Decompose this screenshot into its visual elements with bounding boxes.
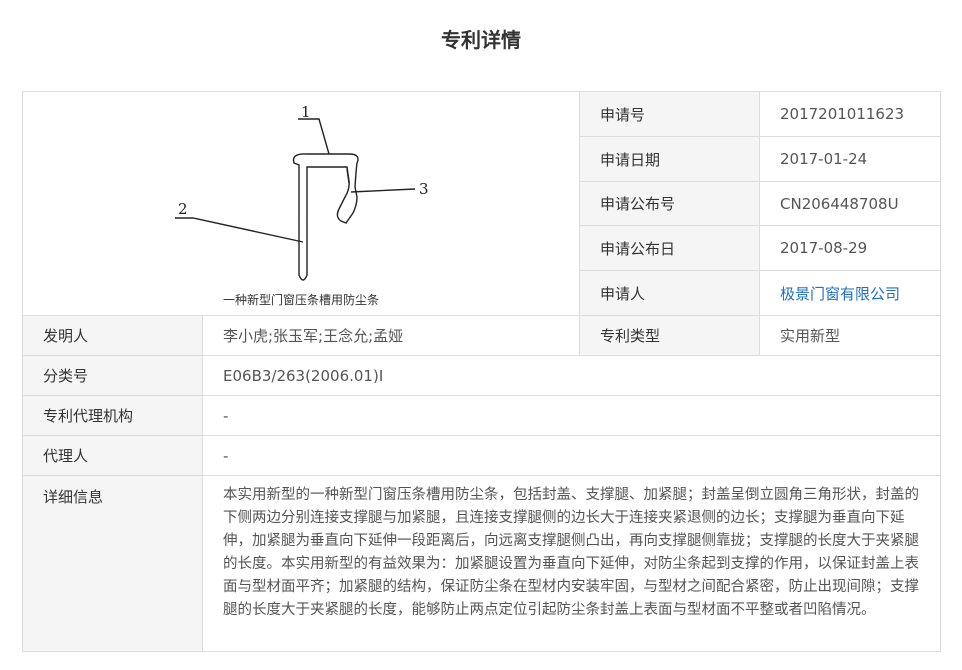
details-text: 本实用新型的一种新型门窗压条槽用防尘条，包括封盖、支撑腿、加紧腿；封盖呈倒立圆角… xyxy=(202,475,941,652)
inventor-label: 发明人 xyxy=(22,315,203,356)
details-label: 详细信息 xyxy=(22,475,203,652)
pub-no-label: 申请公布号 xyxy=(579,181,760,226)
patent-type-label: 专利类型 xyxy=(579,315,760,356)
agency-value: - xyxy=(202,395,941,436)
agent-label: 代理人 xyxy=(22,435,203,476)
agency-label: 专利代理机构 xyxy=(22,395,203,436)
app-no-value: 2017201011623 xyxy=(759,91,941,137)
applicant-link[interactable]: 极景门窗有限公司 xyxy=(759,270,941,316)
row-agency: 专利代理机构 - xyxy=(22,395,941,436)
row-inventor: 发明人 李小虎;张玉军;王念允;孟娅 专利类型 实用新型 xyxy=(22,315,941,356)
app-no-label: 申请号 xyxy=(579,91,760,137)
applicant-label: 申请人 xyxy=(579,270,760,316)
classification-label: 分类号 xyxy=(22,355,203,396)
figure-caption: 一种新型门窗压条槽用防尘条 xyxy=(222,292,379,307)
row-classification: 分类号 E06B3/263(2006.01)I xyxy=(22,355,941,396)
row-app-no: 1 2 3 一种新型门窗压条槽用防尘条 申请号 2017201011623 xyxy=(22,91,941,316)
row-details: 详细信息 本实用新型的一种新型门窗压条槽用防尘条，包括封盖、支撑腿、加紧腿；封盖… xyxy=(22,475,941,652)
classification-value: E06B3/263(2006.01)I xyxy=(202,355,941,396)
app-date-value: 2017-01-24 xyxy=(759,136,941,182)
pub-no-value: CN206448708U xyxy=(759,181,941,226)
pub-date-value: 2017-08-29 xyxy=(759,225,941,271)
patent-drawing: 1 2 3 xyxy=(175,103,429,281)
agent-value: - xyxy=(202,435,941,476)
page-title: 专利详情 xyxy=(441,28,521,52)
patent-type-value: 实用新型 xyxy=(759,315,941,356)
patent-detail-table: 1 2 3 一种新型门窗压条槽用防尘条 申请号 2017201011623 申请… xyxy=(22,91,941,652)
inventor-value: 李小虎;张玉军;王念允;孟娅 xyxy=(202,315,580,356)
pub-date-label: 申请公布日 xyxy=(579,225,760,271)
figure-label-1: 1 xyxy=(301,103,311,121)
patent-figure: 1 2 3 一种新型门窗压条槽用防尘条 xyxy=(23,93,579,315)
app-date-label: 申请日期 xyxy=(579,136,760,182)
row-agent: 代理人 - xyxy=(22,435,941,476)
patent-figure-cell: 1 2 3 一种新型门窗压条槽用防尘条 xyxy=(22,91,580,316)
figure-label-2: 2 xyxy=(178,200,188,218)
figure-label-3: 3 xyxy=(419,180,429,198)
